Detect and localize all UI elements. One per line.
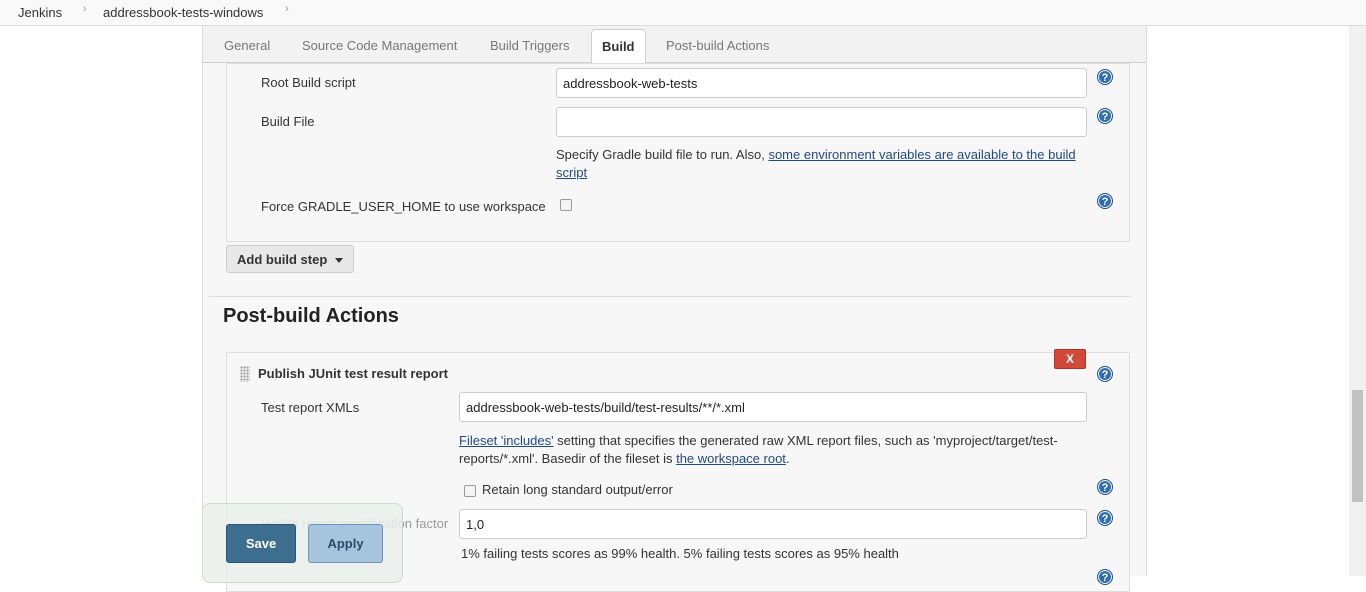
breadcrumb-job-link[interactable]: addressbook-tests-windows bbox=[103, 5, 263, 20]
workspace-root-link[interactable]: the workspace root bbox=[676, 451, 786, 466]
fileset-includes-link[interactable]: Fileset 'includes' bbox=[459, 433, 554, 448]
chevron-right-icon[interactable]: › bbox=[285, 3, 289, 15]
breadcrumb-jenkins-link[interactable]: Jenkins bbox=[18, 5, 62, 20]
build-file-input[interactable] bbox=[556, 107, 1087, 137]
build-file-label: Build File bbox=[261, 114, 315, 129]
help-icon[interactable]: ? bbox=[1097, 479, 1113, 495]
breadcrumb: Jenkins › addressbook-tests-windows › bbox=[0, 0, 1366, 26]
help-icon[interactable]: ? bbox=[1097, 108, 1113, 124]
tab-source-code-management[interactable]: Source Code Management bbox=[302, 38, 457, 53]
retain-output-label: Retain long standard output/error bbox=[482, 482, 673, 497]
apply-button[interactable]: Apply bbox=[308, 524, 383, 563]
test-report-input[interactable] bbox=[459, 392, 1087, 422]
help-icon[interactable]: ? bbox=[1097, 510, 1113, 526]
build-file-help: Specify Gradle build file to run. Also, … bbox=[556, 147, 1076, 180]
force-gradle-label: Force GRADLE_USER_HOME to use workspace bbox=[261, 199, 546, 214]
post-build-actions-title: Post-build Actions bbox=[223, 305, 399, 327]
help-icon[interactable]: ? bbox=[1097, 69, 1113, 85]
tab-general[interactable]: General bbox=[224, 38, 270, 53]
health-factor-input[interactable] bbox=[459, 509, 1087, 539]
delete-step-button[interactable]: X bbox=[1054, 349, 1086, 369]
test-report-label: Test report XMLs bbox=[261, 400, 360, 415]
tab-build-triggers[interactable]: Build Triggers bbox=[490, 38, 569, 53]
force-gradle-checkbox[interactable] bbox=[560, 199, 572, 211]
drag-handle-icon[interactable] bbox=[240, 366, 250, 382]
scrollbar-thumb[interactable] bbox=[1352, 390, 1363, 502]
divider bbox=[209, 296, 1131, 297]
chevron-right-icon[interactable]: › bbox=[83, 3, 87, 15]
tab-bar: General Source Code Management Build Tri… bbox=[203, 26, 1146, 64]
test-report-help: Fileset 'includes' setting that specifie… bbox=[459, 433, 1058, 466]
caret-down-icon bbox=[335, 258, 344, 264]
tab-build[interactable]: Build bbox=[591, 29, 646, 64]
retain-output-checkbox[interactable] bbox=[464, 485, 476, 497]
help-icon[interactable]: ? bbox=[1097, 569, 1113, 585]
tab-post-build-actions[interactable]: Post-build Actions bbox=[666, 38, 769, 53]
junit-block-title: Publish JUnit test result report bbox=[258, 366, 448, 381]
config-panel: General Source Code Management Build Tri… bbox=[202, 26, 1147, 592]
save-button[interactable]: Save bbox=[226, 524, 296, 563]
root-build-script-label: Root Build script bbox=[261, 75, 356, 90]
help-icon[interactable]: ? bbox=[1097, 366, 1113, 382]
root-build-script-input[interactable] bbox=[556, 68, 1087, 98]
help-icon[interactable]: ? bbox=[1097, 193, 1113, 209]
health-factor-help: 1% failing tests scores as 99% health. 5… bbox=[461, 546, 899, 561]
add-build-step-button[interactable]: Add build step bbox=[226, 245, 355, 273]
